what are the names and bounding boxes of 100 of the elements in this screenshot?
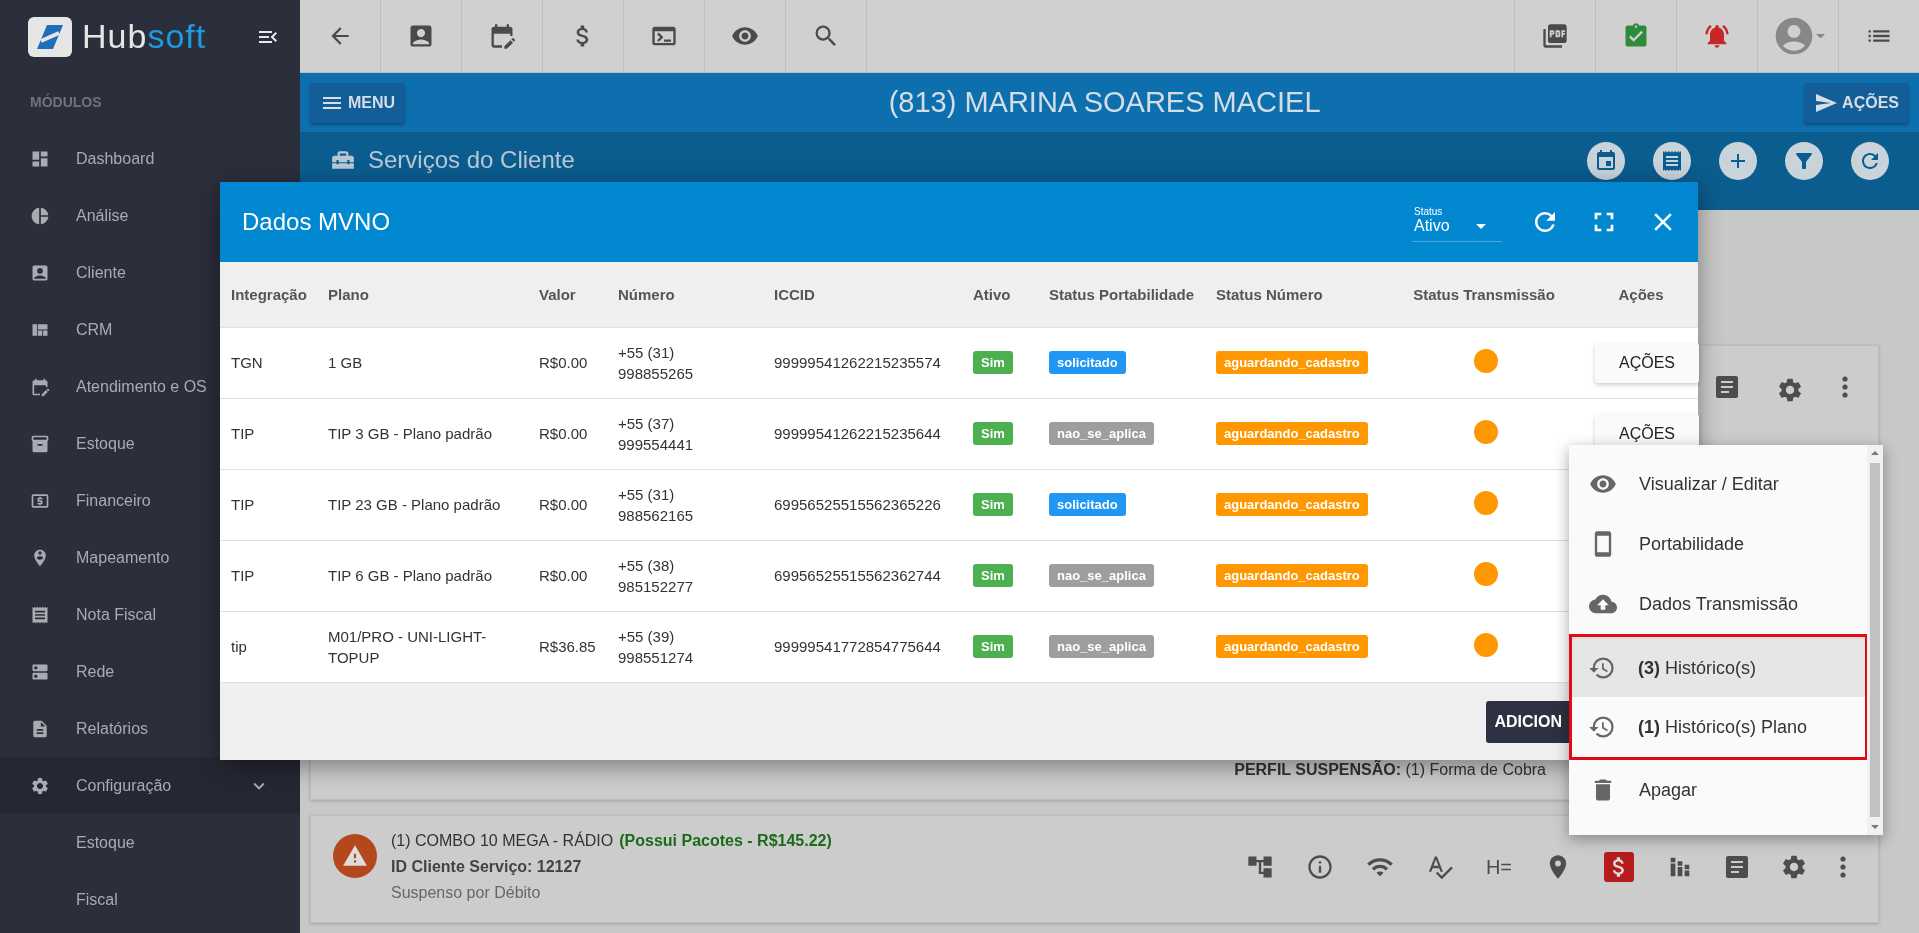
h-equals-label[interactable]: H= <box>1485 855 1512 879</box>
status-tag: Sim <box>973 564 1013 587</box>
pdf-icon <box>1541 22 1569 50</box>
sidebar-subitem[interactable]: Fiscal <box>0 871 300 928</box>
dollar-icon[interactable] <box>1604 852 1634 882</box>
sidebar-subitem[interactable]: Estoque <box>0 814 300 871</box>
suspension-profile: PERFIL SUSPENSÃO: (1) Forma de Cobra <box>1234 761 1546 779</box>
calendar-icon <box>1594 149 1618 173</box>
box-icon <box>30 433 50 454</box>
caret-icon <box>1815 33 1825 39</box>
column-header: Ações <box>1584 262 1698 327</box>
table-cell-text: TIP <box>231 566 255 586</box>
status-tag: Sim <box>973 635 1013 659</box>
table-cell-text: R$0.00 <box>539 495 588 515</box>
table-cell-text: 69956525515562362744 <box>774 566 941 586</box>
sidebar-item[interactable]: Configuração <box>0 757 300 814</box>
status-tag: aguardando_cadastro <box>1216 351 1368 374</box>
receipt-icon <box>30 604 50 625</box>
table-cell-text: M01/PRO - UNI-LIGHT-TOPUP <box>328 626 488 668</box>
table-cell-text: tip <box>231 637 247 658</box>
table-cell-text: 99999541262215235574 <box>774 353 941 373</box>
table-cell-text: +55 (39) 998551274 <box>618 626 695 668</box>
round-button[interactable] <box>1719 142 1757 180</box>
section-title: Serviços do Cliente <box>368 146 575 174</box>
table-cell-text: TIP 23 GB - Plano padrão <box>328 495 501 515</box>
column-header: Plano <box>317 262 528 327</box>
menu-item[interactable]: (1) Histórico(s) Plano <box>1572 697 1865 757</box>
logo-icon <box>28 16 72 57</box>
table-cell-text: TIP 3 GB - Plano padrão <box>328 424 492 444</box>
menu-item[interactable]: Portabilidade <box>1569 514 1867 574</box>
client-title: (813) MARINA SOARES MACIEL <box>887 86 1322 119</box>
column-header: Valor <box>528 262 607 327</box>
menu-item[interactable]: Visualizar / Editar <box>1569 454 1867 514</box>
table-cell-text: 99999541772854775644 <box>774 637 941 658</box>
table-cell-text: +55 (37) 999554441 <box>618 413 695 455</box>
scrollbar[interactable] <box>1867 445 1883 835</box>
bell-icon <box>1703 22 1731 50</box>
more-icon <box>1842 376 1848 398</box>
column-header: Ativo <box>962 262 1038 327</box>
status-tag: solicitado <box>1049 493 1126 516</box>
status-tag: aguardando_cadastro <box>1216 493 1368 516</box>
add-button[interactable]: ADICION <box>1486 700 1570 743</box>
packages-label: (Possui Pacotes - R$145.22) <box>619 832 832 850</box>
settings-icon <box>30 775 50 796</box>
document-icon <box>30 718 50 739</box>
column-header: Status Portabilidade <box>1038 262 1205 327</box>
receipt-icon <box>1660 149 1684 173</box>
status-tag: nao_se_aplica <box>1049 635 1154 659</box>
warning-icon <box>333 834 377 878</box>
round-button[interactable] <box>1587 142 1625 180</box>
status-tag: nao_se_aplica <box>1049 422 1154 445</box>
column-header: Status Número <box>1205 262 1384 327</box>
section-label: MÓDULOS <box>29 92 103 112</box>
column-header: ICCID <box>763 262 962 327</box>
table-cell-text: R$36.85 <box>539 637 596 658</box>
round-button[interactable] <box>1851 142 1889 180</box>
status-tag: Sim <box>973 493 1013 516</box>
status-tag: nao_se_aplica <box>1049 564 1154 587</box>
info-icon <box>1305 853 1334 881</box>
status-tag: aguardando_cadastro <box>1216 422 1368 445</box>
table-cell-text: TIP 6 GB - Plano padrão <box>328 566 492 586</box>
column-header: Número <box>607 262 763 327</box>
service-status: Suspenso por Débito <box>391 884 542 902</box>
column-header: Integração <box>220 262 317 327</box>
table-cell-text: +55 (31) 988562165 <box>618 484 695 526</box>
table-cell-text: +55 (38) 985152277 <box>618 555 695 597</box>
table-cell-text: 1 GB <box>328 353 363 373</box>
sidebar-item[interactable]: Relatórios <box>0 700 300 757</box>
table-cell-text: 99999541262215235644 <box>774 424 941 444</box>
status-tag: solicitado <box>1049 351 1126 374</box>
table-cell-text: 69956525515562365226 <box>774 495 941 515</box>
table-cell-text: R$0.00 <box>539 424 588 444</box>
status-select[interactable]: Status Ativo <box>1412 202 1502 242</box>
status-tag: Sim <box>973 422 1013 445</box>
document-icon <box>1716 376 1738 398</box>
sidebar-item[interactable]: Dashboard <box>0 130 300 187</box>
menu-item[interactable]: Apagar <box>1569 760 1867 820</box>
actions-button[interactable]: AÇÕES <box>1804 82 1909 123</box>
round-button[interactable] <box>1653 142 1691 180</box>
service-title: (1) COMBO 10 MEGA - RÁDIO <box>391 832 614 850</box>
menu-item[interactable]: Dados Transmissão <box>1569 574 1867 634</box>
brand-name: Hubsoft <box>82 17 208 56</box>
table-cell-text: R$0.00 <box>539 566 588 586</box>
caret-icon <box>1475 223 1486 229</box>
table-cell-text: R$0.00 <box>539 353 588 373</box>
table-cell-text: TIP <box>231 424 255 444</box>
table-cell-text: TIP <box>231 495 255 515</box>
actions-button[interactable]: AÇÕES <box>1595 342 1699 383</box>
caret-icon <box>1871 451 1879 455</box>
round-button[interactable] <box>1785 142 1823 180</box>
menu-button[interactable]: MENU <box>310 82 406 123</box>
table-cell-text: +55 (31) 998855265 <box>618 342 695 384</box>
modal-title: Dados MVNO <box>242 208 392 236</box>
settings-icon <box>1780 853 1808 881</box>
status-tag: aguardando_cadastro <box>1216 564 1368 587</box>
caret-icon <box>1871 825 1879 829</box>
status-tag: Sim <box>973 351 1013 374</box>
menu-item[interactable]: (3) Histórico(s) <box>1572 637 1865 697</box>
more-icon <box>1840 856 1846 878</box>
column-header: Status Transmissão <box>1384 262 1584 327</box>
